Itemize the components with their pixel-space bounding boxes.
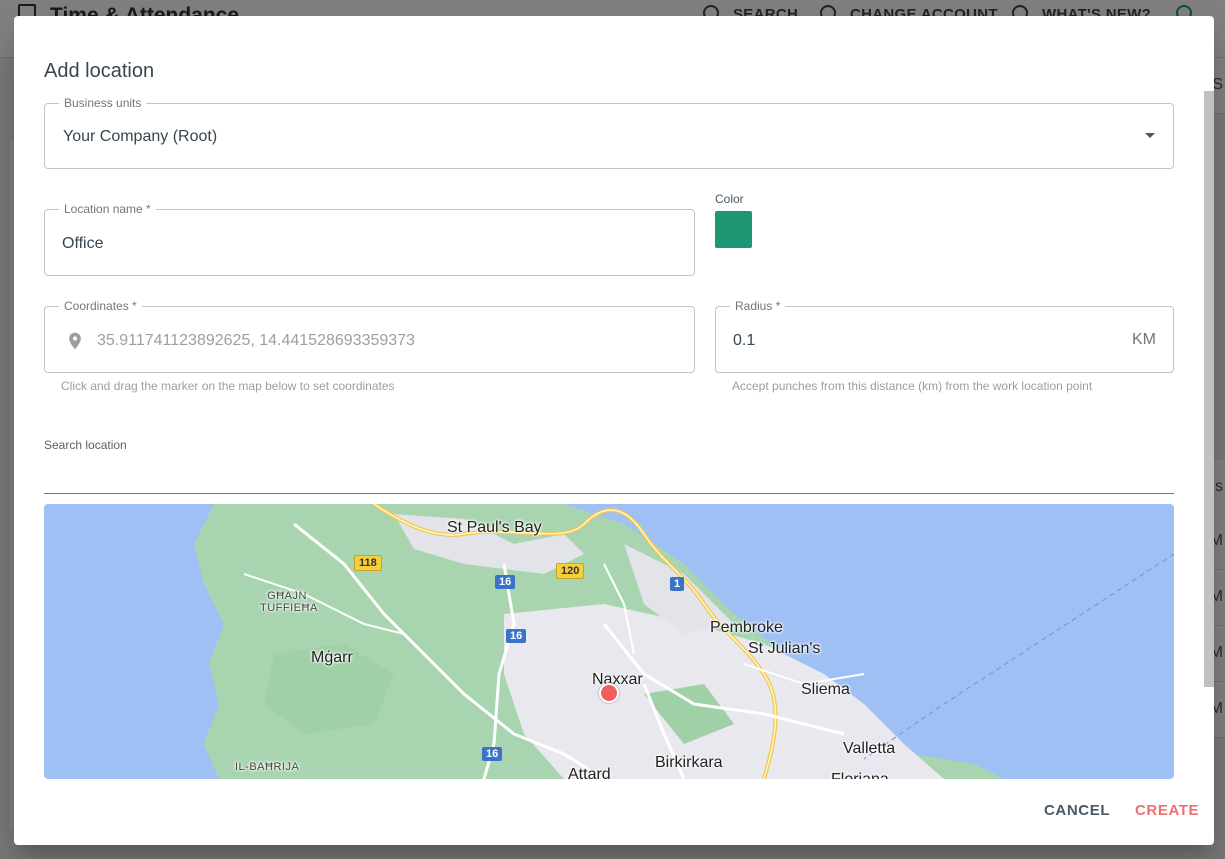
business-units-label: Business units [59, 95, 147, 111]
road-shield-16: 16 [495, 575, 516, 589]
map-label-il-bahrija: IL-BAĦRIJA [235, 761, 300, 773]
map-label-naxxar: Naxxar [592, 671, 643, 688]
radius-unit: KM [1132, 331, 1156, 348]
dialog-title: Add location [44, 60, 155, 82]
radius-field[interactable]: Radius * 0.1 KM [715, 298, 1174, 373]
road-shield-1: 1 [670, 577, 685, 591]
map-terrain [194, 504, 1174, 779]
location-name-value: Office [62, 235, 104, 252]
road-shield-16: 16 [506, 629, 527, 643]
create-button[interactable]: CREATE [1135, 802, 1199, 819]
map-label-valletta: Valletta [843, 740, 896, 757]
cancel-button[interactable]: CANCEL [1044, 802, 1110, 819]
search-location-label: Search location [44, 438, 127, 452]
road-shield-118: 118 [354, 555, 382, 571]
map-label-attard: Attard [568, 766, 611, 779]
map-label-pembroke: Pembroke [710, 619, 783, 636]
coordinates-helper: Click and drag the marker on the map bel… [61, 379, 395, 393]
map-label-ghajn-tuffieha: GĦAJN TUFFIEĦA [260, 590, 318, 614]
radius-label: Radius * [730, 298, 786, 314]
radius-value: 0.1 [733, 332, 756, 349]
search-location-input[interactable] [44, 458, 1174, 494]
location-pin-icon [69, 332, 81, 350]
color-label: Color [715, 192, 744, 206]
business-units-value: Your Company (Root) [63, 128, 218, 145]
map-label-st-pauls-bay: St Paul's Bay [447, 519, 542, 536]
map-label-mgarr: Mġarr [311, 649, 353, 666]
coordinates-label: Coordinates * [59, 298, 142, 314]
map-label-sliema: Sliema [801, 681, 850, 698]
coordinates-value: 35.911741123892625, 14.441528693359373 [97, 332, 415, 349]
location-name-field[interactable]: Location name * Office [44, 201, 695, 276]
location-marker[interactable] [599, 683, 619, 703]
map-label-floriana: Floriana [831, 771, 889, 779]
map-label-birkirkara: Birkirkara [655, 754, 723, 771]
map[interactable]: St Paul's Bay GĦAJN TUFFIEĦA Mġarr Naxxa… [44, 504, 1174, 779]
road-shield-120: 120 [556, 563, 585, 579]
road-shield-16: 16 [482, 747, 503, 761]
radius-helper: Accept punches from this distance (km) f… [732, 379, 1093, 393]
location-name-label: Location name * [59, 201, 156, 217]
scrollbar[interactable] [1204, 91, 1214, 687]
dropdown-arrow-icon [1145, 133, 1155, 138]
coordinates-field[interactable]: Coordinates * 35.911741123892625, 14.441… [44, 298, 695, 373]
color-swatch[interactable] [715, 211, 752, 248]
business-units-select[interactable]: Business units Your Company (Root) [44, 95, 1174, 169]
map-label-st-julians: St Julian's [748, 640, 821, 657]
add-location-dialog: Add location Business units Your Company… [14, 16, 1214, 845]
